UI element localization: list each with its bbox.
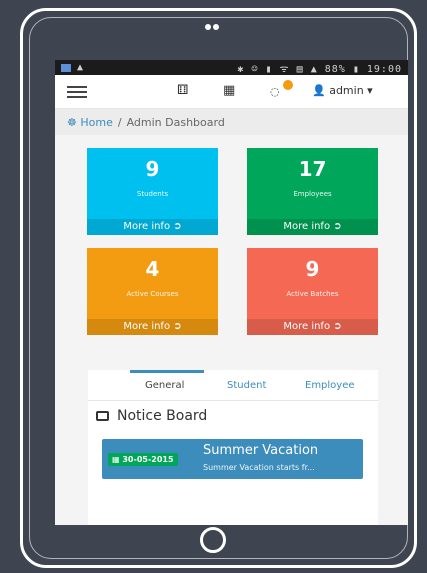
status-bar: ▲ ✱ ☺ ▮ ᯤ ▤ ▲ 88% ▮ 19:00 (55, 60, 408, 75)
arrow-circle-icon: ➲ (173, 221, 182, 232)
stat-box-active-batches: 9 Active Batches More info ➲ (247, 248, 378, 335)
tablet-home-button[interactable] (200, 527, 226, 553)
breadcrumb-home-link[interactable]: ☸ Home (67, 116, 113, 129)
stat-label: Active Courses (126, 290, 179, 298)
stat-box-active-courses: 4 Active Courses More info ➲ (87, 248, 218, 335)
breadcrumb: ☸ Home / Admin Dashboard (55, 109, 408, 135)
menu-toggle-icon[interactable] (67, 86, 87, 98)
inbox-icon (96, 411, 109, 421)
stat-box-students: 9 Students More info ➲ (87, 148, 218, 235)
calendar-icon: ▦ (112, 455, 120, 464)
notice-board-title: Notice Board (96, 408, 207, 424)
user-menu-label: admin ▾ (329, 84, 373, 97)
active-tab-indicator (130, 370, 204, 373)
tab-bar: General Student Employee (88, 370, 378, 401)
notice-item[interactable]: ▦ 30-05-2015 Summer Vacation Summer Vaca… (102, 439, 363, 479)
tab-employee[interactable]: Employee (305, 380, 355, 391)
breadcrumb-separator: / (117, 115, 122, 129)
more-info-link[interactable]: More info ➲ (247, 319, 378, 335)
notice-board-heading: Notice Board (117, 408, 208, 424)
stat-value: 9 (145, 157, 160, 181)
dashboard-icon: ☸ (67, 115, 77, 129)
screen: ▲ ✱ ☺ ▮ ᯤ ▤ ▲ 88% ▮ 19:00 ⚅ ▦ ◌ 👤 admin … (55, 60, 408, 525)
stat-label: Students (136, 190, 169, 198)
stat-label: Active Batches (286, 290, 339, 298)
apps-grid-icon[interactable]: ▦ (223, 83, 235, 98)
breadcrumb-current: Admin Dashboard (126, 115, 225, 129)
notice-description: Summer Vacation starts fr... (203, 463, 315, 472)
tab-student[interactable]: Student (227, 380, 266, 391)
top-navbar: ⚅ ▦ ◌ 👤 admin ▾ (55, 75, 408, 109)
user-icon: 👤 (312, 84, 326, 97)
camera-icon (205, 24, 219, 30)
tab-general[interactable]: General (145, 380, 184, 391)
date-badge: ▦ 30-05-2015 (108, 453, 178, 466)
notification-bell-icon[interactable]: ◌ (270, 85, 280, 98)
user-menu[interactable]: 👤 admin ▾ (312, 84, 373, 97)
stat-box-employees: 17 Employees More info ➲ (247, 148, 378, 235)
alert-icon: ▲ (77, 62, 84, 73)
arrow-circle-icon: ➲ (333, 221, 342, 232)
more-info-link[interactable]: More info ➲ (87, 219, 218, 235)
notification-badge (283, 80, 293, 90)
status-bar-indicators: ✱ ☺ ▮ ᯤ ▤ ▲ 88% ▮ 19:00 (237, 63, 402, 75)
notice-title: Summer Vacation (203, 443, 319, 458)
arrow-circle-icon: ➲ (333, 321, 342, 332)
stat-value: 9 (305, 257, 320, 281)
arrow-circle-icon: ➲ (173, 321, 182, 332)
app-notification-icon (61, 63, 71, 72)
stat-label: Employees (293, 190, 332, 198)
stat-value: 4 (145, 257, 160, 281)
language-icon[interactable]: ⚅ (177, 83, 188, 98)
more-info-link[interactable]: More info ➲ (247, 219, 378, 235)
stat-value: 17 (298, 157, 327, 181)
notice-panel: General Student Employee Notice Board ▦ … (88, 370, 378, 525)
more-info-link[interactable]: More info ➲ (87, 319, 218, 335)
stat-boxes: 9 Students More info ➲ 17 Employees More… (55, 135, 408, 341)
